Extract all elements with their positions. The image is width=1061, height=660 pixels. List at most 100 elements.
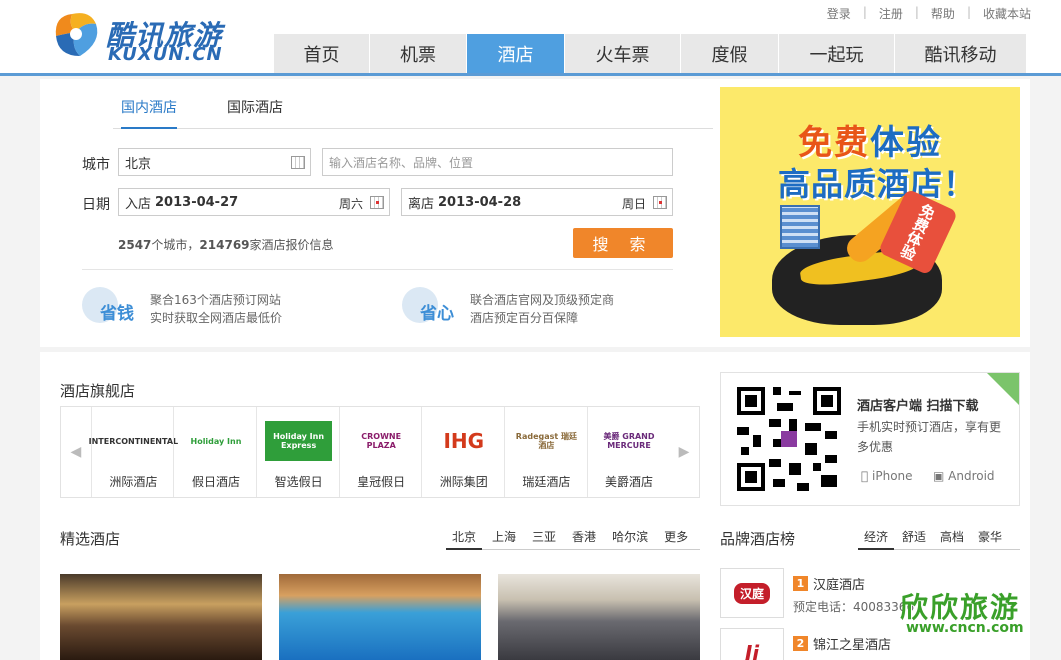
brand-grand-mercure[interactable]: 美爵 GRAND MERCURE 美爵酒店 (586, 407, 670, 497)
rank-tab-upscale[interactable]: 高档 (934, 528, 970, 550)
wechat-corner-icon[interactable] (987, 373, 1019, 405)
tab-international-hotels[interactable]: 国际酒店 (227, 97, 283, 127)
apple-icon:  (861, 469, 872, 483)
nav-hotels[interactable]: 酒店 (467, 34, 565, 73)
rank-phone: 预定电话：40083366 (793, 600, 915, 614)
checkin-weekday: 周六 (338, 197, 363, 211)
keyword-placeholder: 输入酒店名称、品牌、位置 (329, 155, 474, 170)
checkout-date-field[interactable]: 离店 2013-04-28 周日 (401, 188, 673, 216)
site-logo[interactable]: 酷讯旅游 KUXUN.CN (50, 6, 230, 66)
jinjiang-logo: Ji (720, 628, 784, 660)
nav-home[interactable]: 首页 (274, 34, 370, 73)
peace-of-mind-line1: 联合酒店官网及顶级预定商 (470, 293, 615, 307)
main-nav: 首页 机票 酒店 火车票 度假 一起玩 酷讯移动 (274, 34, 1027, 73)
site-watermark-url: www.cncn.com (906, 620, 1024, 636)
tab-domestic-hotels[interactable]: 国内酒店 (121, 97, 177, 129)
brand-radegast[interactable]: Radegast 瑞廷酒店 瑞廷酒店 (503, 407, 587, 497)
qr-code-icon (733, 383, 845, 495)
help-link[interactable]: 帮助 (931, 5, 955, 22)
search-button[interactable]: 搜 索 (573, 228, 673, 258)
city-tab-hongkong[interactable]: 香港 (566, 528, 602, 550)
separator: | (862, 5, 867, 19)
logo-en-text: KUXUN.CN (108, 44, 223, 65)
calendar-icon[interactable] (370, 196, 384, 209)
crowne-plaza-logo: CROWNE PLAZA (361, 432, 402, 450)
separator: | (966, 5, 971, 19)
brand-holiday-inn-express[interactable]: Holiday Inn Express 智选假日 (256, 407, 339, 497)
bookmark-link[interactable]: 收藏本站 (983, 5, 1031, 22)
lower-content: 酒店旗舰店 ◀ INTERCONTINENTAL 洲际酒店 Holiday In… (40, 352, 1030, 660)
brand-name: 洲际酒店 (109, 475, 158, 489)
grand-mercure-logo: 美爵 GRAND MERCURE (603, 432, 655, 450)
promo-headline: 免费体验 (798, 115, 942, 164)
android-icon: ▣ (933, 469, 949, 483)
flagship-title: 酒店旗舰店 (60, 382, 136, 400)
city-tab-beijing[interactable]: 北京 (446, 528, 483, 550)
stats-mid-text: 个城市， (151, 238, 200, 252)
carousel-prev-icon[interactable]: ◀ (61, 407, 91, 497)
save-money-badge-icon: 省钱 (82, 285, 144, 327)
city-filter-tabs: 北京 上海 三亚 香港 哈尔滨 更多 (446, 528, 700, 550)
checkout-weekday: 周日 (621, 197, 646, 211)
rank-tab-economy[interactable]: 经济 (858, 528, 895, 550)
separator: | (914, 5, 919, 19)
brand-name: 智选假日 (274, 475, 323, 489)
city-input[interactable]: 北京 (118, 148, 311, 176)
nav-trains[interactable]: 火车票 (565, 34, 681, 73)
brand-name: 瑞廷酒店 (522, 475, 571, 489)
peace-of-mind-badge-icon: 省心 (402, 285, 464, 327)
rank-hotel-name: 汉庭酒店 (813, 578, 866, 593)
ranking-tabs: 经济 舒适 高档 豪华 (858, 528, 1020, 550)
iphone-download-link[interactable]:  iPhone (861, 469, 913, 483)
promo-trial: 体验 (870, 123, 942, 163)
building-illustration (780, 205, 820, 249)
hanting-logo-text: 汉庭 (733, 582, 770, 604)
hotel-photo-pool[interactable] (279, 574, 481, 660)
hotel-photo-gym[interactable] (498, 574, 700, 660)
search-tabs: 国内酒店 国际酒店 (113, 95, 713, 129)
nav-vacation[interactable]: 度假 (681, 34, 779, 73)
android-label: Android (948, 469, 995, 483)
checkout-date: 2013-04-28 (438, 194, 522, 210)
android-download-link[interactable]: ▣ Android (933, 469, 995, 483)
rank-number: 1 (793, 576, 808, 591)
calendar-icon[interactable] (653, 196, 667, 209)
city-tab-shanghai[interactable]: 上海 (486, 528, 522, 550)
hanting-logo: 汉庭 (720, 568, 784, 618)
checkin-date-field[interactable]: 入店 2013-04-27 周六 (118, 188, 390, 216)
city-tab-harbin[interactable]: 哈尔滨 (606, 528, 654, 550)
brand-ihg[interactable]: IHG 洲际集团 (421, 407, 504, 497)
date-label: 日期 (82, 197, 110, 213)
carousel-next-icon[interactable]: ▶ (669, 407, 699, 497)
checkin-date: 2013-04-27 (155, 194, 239, 210)
login-link[interactable]: 登录 (827, 5, 851, 22)
brand-holiday-inn[interactable]: Holiday Inn 假日酒店 (173, 407, 256, 497)
stats-hotel-count: 214769 (199, 238, 250, 252)
city-tab-more[interactable]: 更多 (658, 528, 694, 550)
brand-name: 洲际集团 (439, 475, 488, 489)
register-link[interactable]: 注册 (879, 5, 903, 22)
holiday-inn-express-logo: Holiday Inn Express (265, 421, 333, 461)
brand-name: 假日酒店 (191, 475, 240, 489)
stats-tail-text: 家酒店报价信息 (249, 238, 334, 252)
promo-banner[interactable]: 免费体验 高品质酒店！ 免费体验 (720, 87, 1020, 337)
logo-mark-icon (55, 13, 98, 56)
flagship-brand-carousel: ◀ INTERCONTINENTAL 洲际酒店 Holiday Inn 假日酒店… (60, 406, 700, 498)
rank-tab-luxury[interactable]: 豪华 (972, 528, 1008, 550)
nav-flights[interactable]: 机票 (370, 34, 467, 73)
city-picker-icon[interactable] (291, 156, 305, 169)
rank-tab-comfort[interactable]: 舒适 (896, 528, 932, 550)
brand-name: 皇冠假日 (357, 475, 406, 489)
save-money-desc: 聚合163个酒店预订网站 实时获取全网酒店最低价 (150, 291, 282, 327)
hotel-keyword-input[interactable]: 输入酒店名称、品牌、位置 (322, 148, 673, 176)
selected-hotels-title: 精选酒店 (60, 530, 121, 548)
city-tab-sanya[interactable]: 三亚 (526, 528, 562, 550)
save-money-line1: 聚合163个酒店预订网站 (150, 293, 281, 307)
brand-crowne-plaza[interactable]: CROWNE PLAZA 皇冠假日 (338, 407, 422, 497)
top-links: 登录 | 注册 | 帮助 | 收藏本站 (827, 5, 1031, 22)
brand-intercontinental[interactable]: INTERCONTINENTAL 洲际酒店 (89, 407, 178, 497)
nav-mobile[interactable]: 酷讯移动 (895, 34, 1027, 73)
brand-ranking-title: 品牌酒店榜 (720, 530, 796, 548)
hotel-photo-lobby[interactable] (60, 574, 262, 660)
nav-together[interactable]: 一起玩 (779, 34, 895, 73)
